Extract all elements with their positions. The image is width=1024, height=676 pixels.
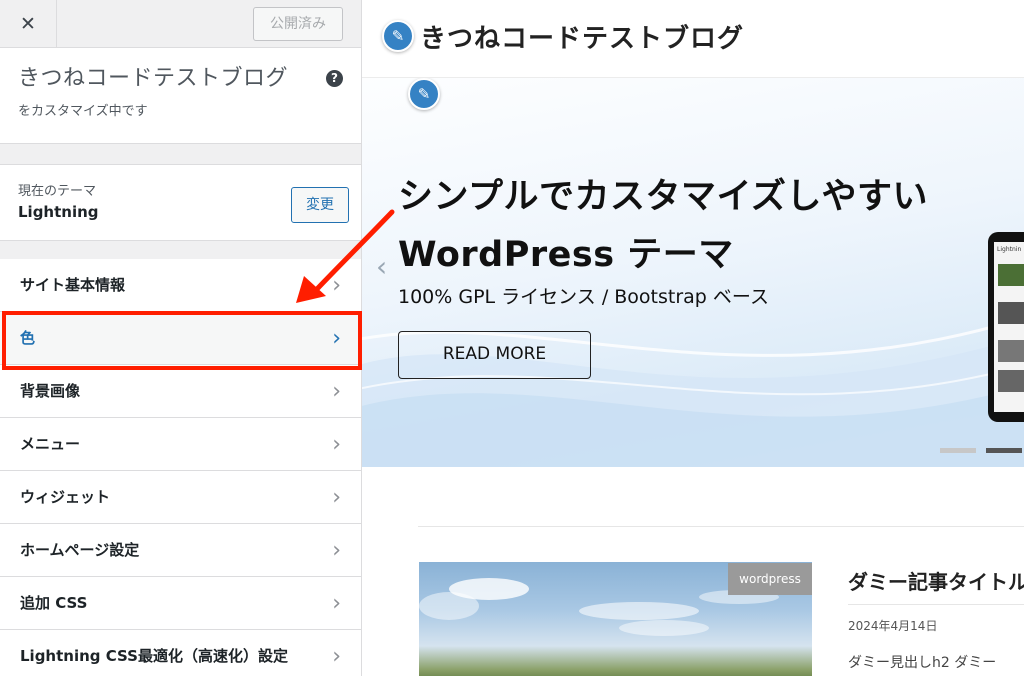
chevron-right-icon: › [332,326,341,351]
read-more-button[interactable]: READ MORE [398,331,591,379]
hero-heading-line1: シンプルでカスタマイズしやすい [398,177,929,217]
customizer-topbar: ✕ 公開済み [0,0,361,48]
preview-site-title[interactable]: きつねコードテストブログ [420,18,744,55]
device-label: Lightnin [997,246,1022,253]
menu-item-additional-css[interactable]: 追加 CSS › [0,577,361,630]
post-title[interactable]: ダミー記事タイトル [848,566,1024,595]
menu-item-label: 追加 CSS [20,594,88,612]
menu-item-label: Lightning CSS最適化（高速化）設定 [20,647,288,665]
slider-dot[interactable] [940,448,976,453]
chevron-right-icon: › [332,273,341,298]
close-icon[interactable]: ✕ [0,0,57,48]
edit-pencil-icon[interactable]: ✎ [408,78,440,110]
menu-item-site-identity[interactable]: サイト基本情報 › [0,259,361,312]
customizer-sidebar: ✕ 公開済み きつねコードテストブログ をカスタマイズ中です ? 現在のテーマ … [0,0,362,676]
menu-item-label: 背景画像 [20,382,81,400]
menu-item-menus[interactable]: メニュー › [0,418,361,471]
help-icon[interactable]: ? [326,70,343,87]
site-info-panel: きつねコードテストブログ をカスタマイズ中です ? [0,48,361,144]
section-divider [418,526,1024,527]
chevron-right-icon: › [332,485,341,510]
menu-item-label: 色 [20,329,36,347]
hero-subtext: 100% GPL ライセンス / Bootstrap ベース [398,286,769,308]
customizer-site-title: きつねコードテストブログ [18,66,289,91]
menu-item-label: サイト基本情報 [20,276,126,294]
chevron-right-icon: › [332,644,341,669]
post-date: 2024年4月14日 [848,619,938,633]
change-theme-button[interactable]: 変更 [291,187,349,223]
post-title-divider [848,604,1024,605]
slider-prev-arrow-icon[interactable]: ‹ [376,250,387,283]
chevron-right-icon: › [332,538,341,563]
chevron-right-icon: › [332,591,341,616]
hero-heading: シンプルでカスタマイズしやすい WordPress テーマ [398,168,928,284]
chevron-right-icon: › [332,432,341,457]
menu-item-label: メニュー [20,435,81,453]
hero-heading-line2: WordPress テーマ [398,235,734,275]
customizer-subtitle: をカスタマイズ中です [18,104,148,119]
post-excerpt: ダミー見出しh2 ダミー [848,655,997,671]
chevron-right-icon: › [332,379,341,404]
menu-item-widgets[interactable]: ウィジェット › [0,471,361,524]
menu-item-label: ウィジェット [20,488,111,506]
hero-slider: ✎ ‹ シンプルでカスタマイズしやすい WordPress テーマ 100% G… [362,78,1024,467]
preview-header: ✎ きつねコードテストブログ [362,0,1024,78]
menu-item-background-image[interactable]: 背景画像 › [0,365,361,418]
device-mockup-image: Lightnin [988,232,1024,422]
site-preview: ✎ きつねコードテストブログ ✎ ‹ シンプルでカスタマイズしやすい WordP… [362,0,1024,676]
slider-dot-active[interactable] [986,448,1022,453]
post-category-badge[interactable]: wordpress [728,563,812,595]
menu-item-colors[interactable]: 色 › [0,312,361,365]
menu-item-homepage-settings[interactable]: ホームページ設定 › [0,524,361,577]
current-theme-panel: 現在のテーマ Lightning 変更 [0,164,361,241]
publish-button[interactable]: 公開済み [253,7,343,41]
edit-pencil-icon[interactable]: ✎ [382,20,414,52]
menu-item-label: ホームページ設定 [20,541,140,559]
menu-item-css-optimize[interactable]: Lightning CSS最適化（高速化）設定 › [0,630,361,676]
